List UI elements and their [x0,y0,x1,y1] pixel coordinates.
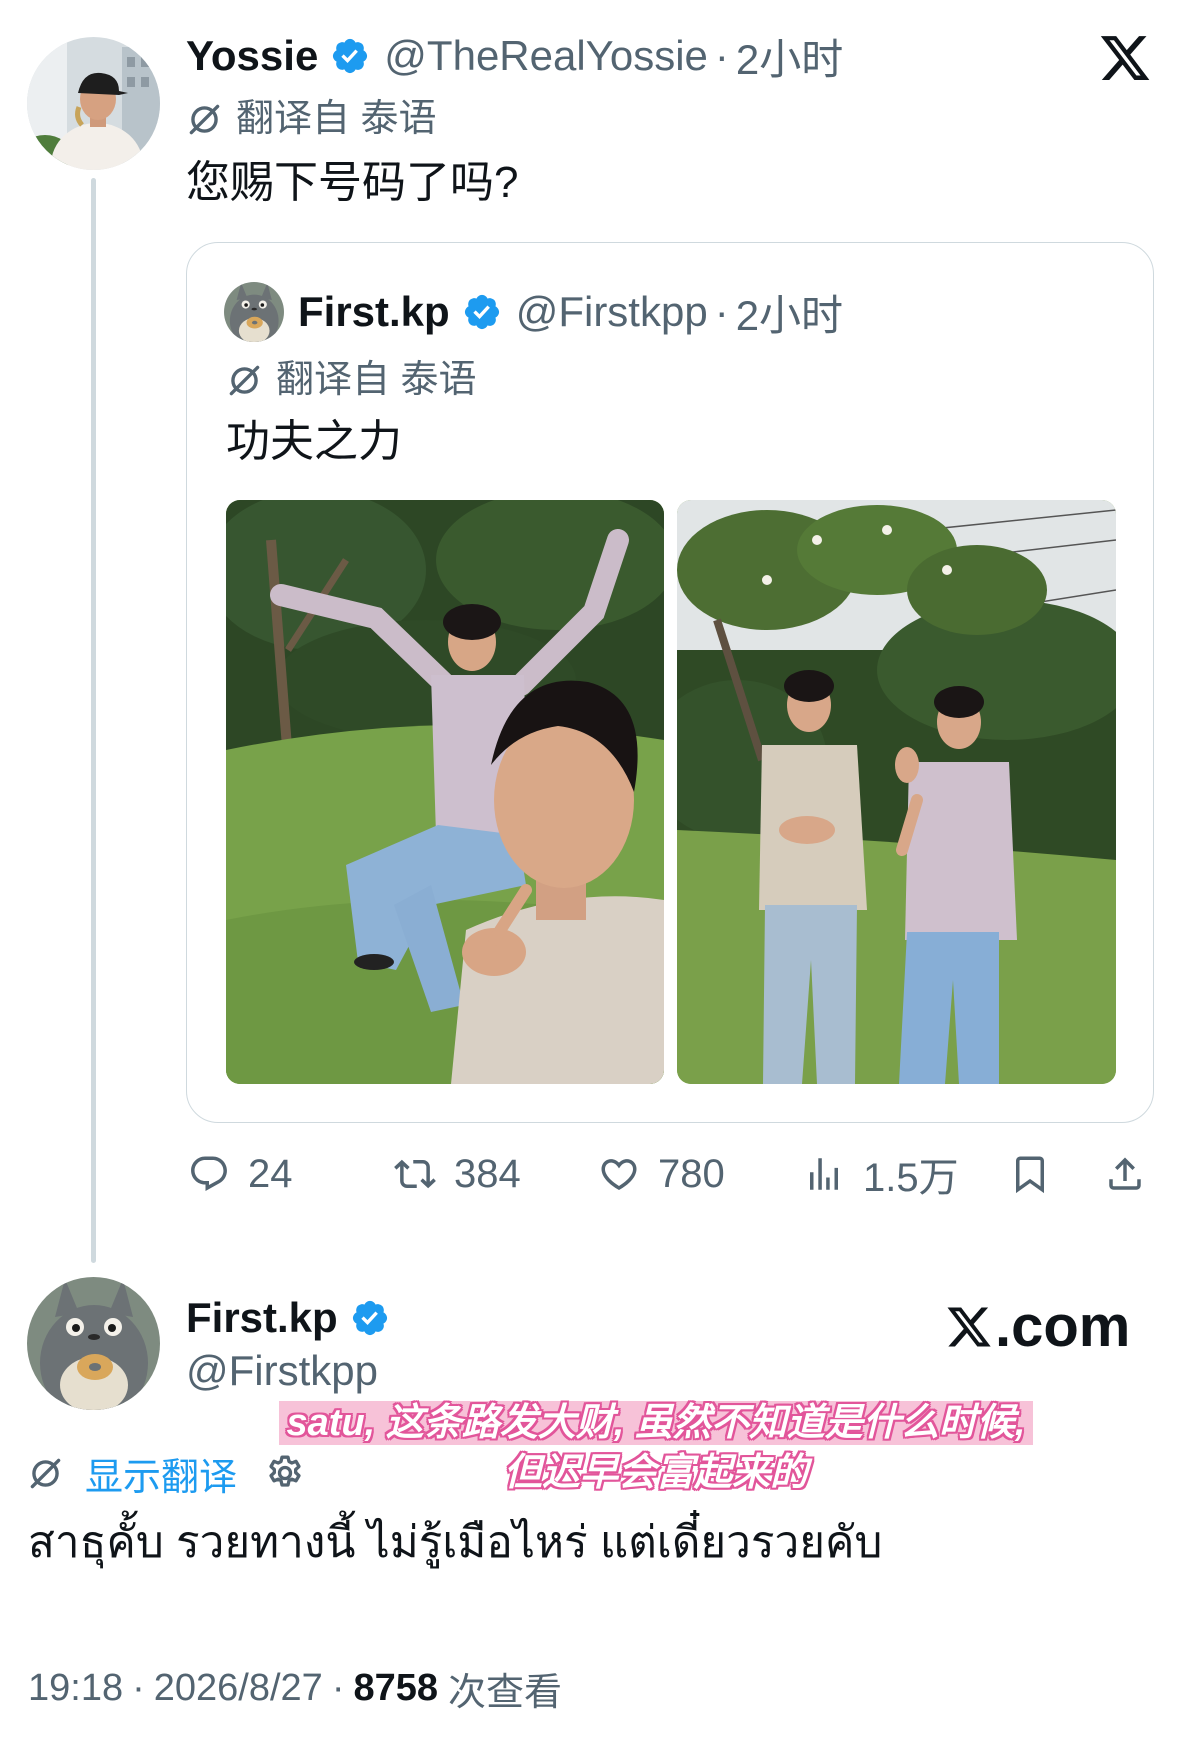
meta-date[interactable]: 2026/8/27 [154,1667,323,1710]
bookmark-icon [1009,1153,1051,1195]
reply-count: 24 [248,1151,293,1196]
like-count: 780 [658,1151,725,1196]
verified-badge-icon [462,292,502,332]
repost-count: 384 [454,1151,521,1196]
quoted-author-handle[interactable]: @Firstkpp [516,288,708,336]
quoted-header: First.kp @Firstkpp · 2小时 [298,286,843,339]
bookmark-button[interactable] [1009,1148,1051,1200]
watermark-text: .com [995,1294,1131,1359]
translate-icon [186,101,223,138]
meta-views-count: 8758 [353,1666,439,1709]
photo-left[interactable] [226,500,664,1084]
reply-author-name[interactable]: First.kp [186,1294,338,1342]
quoted-post-time[interactable]: 2小时 [736,282,843,343]
post-meta: 19:18 · 2026/8/27 · 8758 次查看 [28,1664,562,1714]
views-icon [803,1153,845,1195]
like-icon [598,1153,640,1195]
author-name[interactable]: Yossie [186,32,318,80]
reply-button[interactable]: 24 [188,1148,293,1200]
verified-badge-icon [350,1298,390,1338]
x-com-watermark: .com [945,1297,1130,1357]
photo-right[interactable] [677,500,1116,1084]
subtitle-line-1: satu, 这条路发大财, 虽然不知道是什么时候, [200,1401,1112,1445]
quoted-avatar[interactable] [224,282,284,342]
separator: · [132,1666,145,1709]
translate-icon [226,362,263,399]
share-icon [1104,1153,1146,1195]
quoted-translation-note: 翻译自 泰语 [226,358,477,402]
verified-badge-icon [330,36,370,76]
translation-note-text: 翻译自 泰语 [276,359,477,401]
main-post: Yossie @TheRealYossie · 2小时 翻译自 泰语 您赐下号码… [0,0,1179,1230]
reply-icon [188,1153,230,1195]
meta-views-label: 次查看 [448,1671,563,1714]
repost-icon [394,1153,436,1195]
translation-note: 翻译自 泰语 [186,97,437,141]
separator: · [714,32,729,79]
author-handle[interactable]: @TheRealYossie [384,32,708,80]
like-button[interactable]: 780 [598,1148,725,1200]
x-logo-icon [1098,31,1152,85]
post-time[interactable]: 2小时 [736,26,843,87]
subtitle-line-2: 但迟早会富起来的 [200,1451,1112,1495]
meta-time[interactable]: 19:18 [28,1667,123,1710]
share-button[interactable] [1104,1148,1146,1200]
x-logo-icon [945,1303,993,1351]
post-header: Yossie @TheRealYossie · 2小时 [186,30,843,83]
reply-author-handle[interactable]: @Firstkpp [186,1345,378,1397]
separator: · [714,288,729,335]
views-button[interactable]: 1.5万 [803,1148,959,1200]
separator: · [331,1666,345,1709]
reply-name-row: First.kp [186,1292,390,1344]
views-count: 1.5万 [863,1156,959,1200]
avatar-yossie[interactable] [27,37,160,170]
reply-avatar[interactable] [27,1277,160,1410]
quoted-post-text: 功夫之力 [226,417,402,466]
translation-note-text: 翻译自 泰语 [236,98,437,140]
quoted-post[interactable]: First.kp @Firstkpp · 2小时 翻译自 泰语 功夫之力 [186,242,1154,1123]
quoted-author-name[interactable]: First.kp [298,288,450,336]
translate-icon [27,1455,64,1492]
reply-text: สาธุคั้บ รวยทางนี้ ไม่รู้เมือไหร่ แต่เดี… [28,1518,883,1567]
repost-button[interactable]: 384 [394,1148,521,1200]
thread-line [91,178,96,1263]
subtitle-text: satu, 这条路发大财, 虽然不知道是什么时候, [278,1401,1034,1445]
subtitle-text: 但迟早会富起来的 [503,1452,808,1494]
post-text: 您赐下号码了吗? [186,158,519,207]
